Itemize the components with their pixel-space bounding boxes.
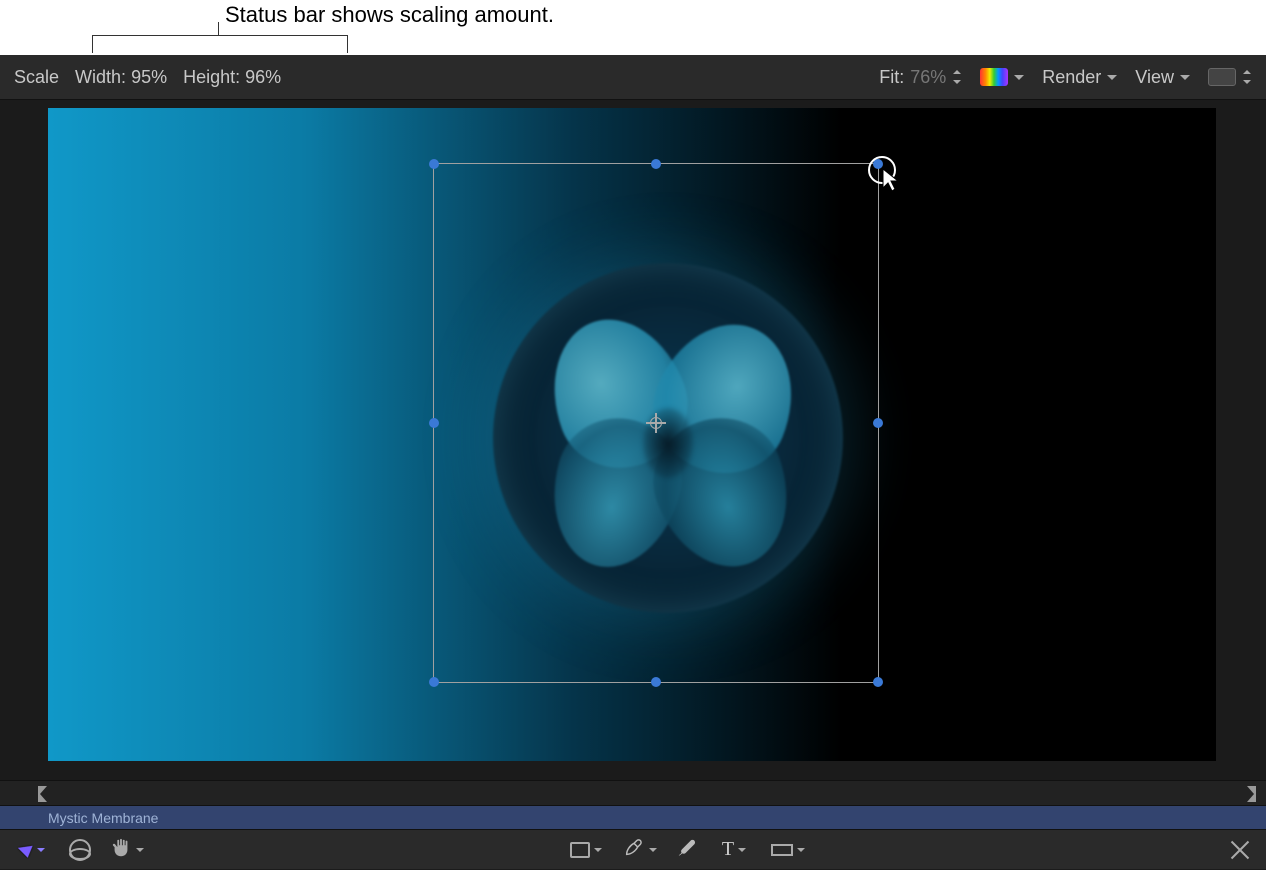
status-bar-left: Scale Width: 95% Height: 96% (14, 67, 281, 88)
status-bar-right: Fit: 76% Render View (879, 67, 1252, 88)
fullscreen-toggle[interactable] (1222, 835, 1258, 865)
status-height-label: Height: (183, 67, 240, 87)
status-width-label: Width: (75, 67, 126, 87)
scale-handle-bottom-right[interactable] (873, 677, 883, 687)
viewer (0, 100, 1266, 805)
render-dropdown[interactable]: Render (1042, 67, 1117, 88)
play-range-in-icon[interactable] (36, 781, 50, 806)
arrow-cursor-icon (18, 839, 36, 857)
text-tool[interactable]: T (709, 835, 759, 865)
annotation-bracket-stem (218, 22, 219, 35)
zoom-fit-label: Fit: (879, 67, 904, 88)
selection-bounding-box[interactable] (433, 163, 879, 683)
scale-handle-mid-right[interactable] (873, 418, 883, 428)
3d-orbit-icon (69, 839, 91, 861)
play-range-out-icon[interactable] (1244, 781, 1258, 806)
chevron-down-icon (136, 848, 144, 852)
hand-icon (110, 837, 132, 863)
app-frame: Scale Width: 95% Height: 96% Fit: 76% Re… (0, 55, 1266, 870)
chevron-down-icon (649, 848, 657, 852)
scale-handle-bottom-left[interactable] (429, 677, 439, 687)
horizontal-scrollbar[interactable] (0, 780, 1266, 805)
view-dropdown[interactable]: View (1135, 67, 1190, 88)
status-scale-label: Scale (14, 67, 59, 88)
view-layout-control[interactable] (1208, 68, 1252, 86)
mini-timeline[interactable]: Mystic Membrane (0, 805, 1266, 829)
pen-tool[interactable] (615, 835, 665, 865)
view-layout-icon (1208, 68, 1236, 86)
scale-handle-top-mid[interactable] (651, 159, 661, 169)
pen-icon (623, 836, 645, 864)
zoom-fit-value: 76% (910, 67, 946, 88)
stepper-icon (952, 70, 962, 84)
paint-stroke-tool[interactable] (669, 835, 705, 865)
status-width-value: 95% (131, 67, 167, 87)
chevron-down-icon (37, 848, 45, 852)
annotation-area: Status bar shows scaling amount. (0, 0, 1266, 55)
canvas[interactable] (48, 108, 1216, 761)
chevron-down-icon (594, 848, 602, 852)
3d-transform-tool[interactable] (62, 835, 98, 865)
annotation-text: Status bar shows scaling amount. (225, 2, 554, 28)
brush-icon (676, 836, 698, 864)
color-channel-dropdown[interactable] (980, 68, 1024, 86)
chevron-down-icon (1014, 75, 1024, 80)
chevron-down-icon (1180, 75, 1190, 80)
scale-handle-top-left[interactable] (429, 159, 439, 169)
chevron-down-icon (738, 848, 746, 852)
mask-rect-icon (771, 844, 793, 856)
zoom-fit-control[interactable]: Fit: 76% (879, 67, 962, 88)
scale-handle-mid-left[interactable] (429, 418, 439, 428)
select-tool[interactable] (8, 835, 58, 865)
anchor-point[interactable] (646, 413, 666, 433)
status-height: Height: 96% (183, 67, 281, 88)
shape-tool[interactable] (561, 835, 611, 865)
stepper-icon (1242, 70, 1252, 84)
status-bar: Scale Width: 95% Height: 96% Fit: 76% Re… (0, 55, 1266, 100)
text-icon: T (722, 838, 734, 861)
chevron-down-icon (797, 848, 805, 852)
status-height-value: 96% (245, 67, 281, 87)
layer-name: Mystic Membrane (48, 810, 158, 826)
status-width: Width: 95% (75, 67, 167, 88)
pan-tool[interactable] (102, 835, 152, 865)
toolbar: T (0, 829, 1266, 869)
render-label: Render (1042, 67, 1101, 88)
expand-icon (1231, 841, 1249, 859)
view-label: View (1135, 67, 1174, 88)
rectangle-icon (570, 842, 590, 858)
annotation-bracket (92, 35, 348, 53)
scale-handle-bottom-mid[interactable] (651, 677, 661, 687)
mask-tool[interactable] (763, 835, 813, 865)
cursor-arrow-icon (882, 168, 902, 192)
chevron-down-icon (1107, 75, 1117, 80)
color-spectrum-icon (980, 68, 1008, 86)
